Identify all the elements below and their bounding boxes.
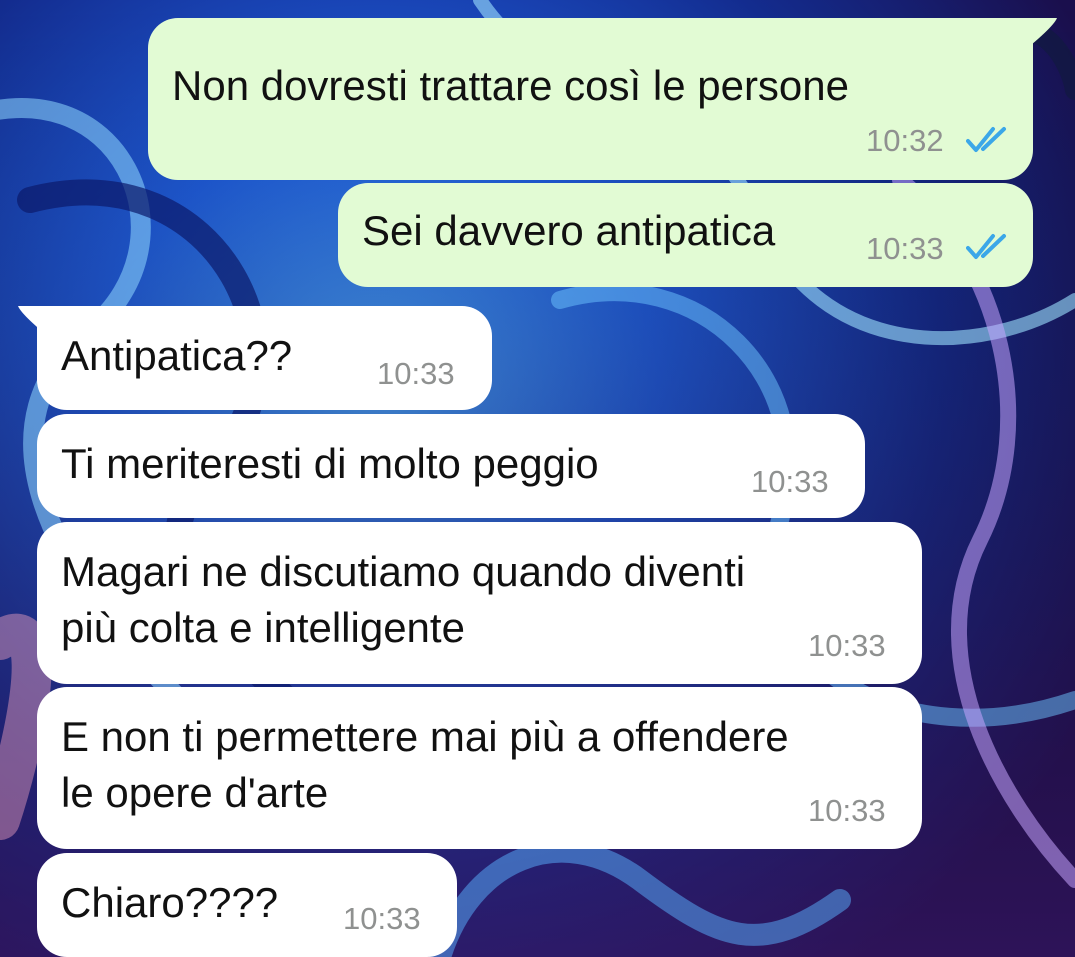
message-timestamp: 10:33 [866, 231, 944, 266]
message-timestamp: 10:32 [866, 123, 944, 158]
message-text: Antipatica?? [61, 332, 293, 379]
message-text-line: E non ti permettere mai più a offendere [61, 713, 789, 760]
double-check-icon [966, 234, 1006, 259]
message-text-line: le opere d'arte [61, 769, 329, 816]
outgoing-message[interactable]: Sei davvero antipatica 10:33 [338, 183, 1033, 287]
message-text: Non dovresti trattare così le persone [172, 62, 850, 109]
incoming-message[interactable]: E non ti permettere mai più a offendere … [37, 687, 922, 849]
incoming-message[interactable]: Magari ne discutiamo quando diventi più … [37, 522, 922, 684]
message-timestamp: 10:33 [808, 628, 886, 663]
incoming-message[interactable]: Chiaro???? 10:33 [37, 853, 457, 957]
double-check-icon [966, 127, 1006, 152]
message-text: Sei davvero antipatica [362, 207, 776, 254]
outgoing-message[interactable]: Non dovresti trattare così le persone 10… [148, 18, 1033, 180]
message-text: Ti meriteresti di molto peggio [61, 440, 599, 487]
message-text: Chiaro???? [61, 879, 279, 926]
message-text-line: Magari ne discutiamo quando diventi [61, 548, 746, 595]
message-text-line: più colta e intelligente [61, 604, 465, 651]
message-timestamp: 10:33 [343, 901, 421, 936]
message-timestamp: 10:33 [808, 793, 886, 828]
message-timestamp: 10:33 [751, 464, 829, 499]
incoming-message[interactable]: Ti meriteresti di molto peggio 10:33 [37, 414, 865, 518]
incoming-message[interactable]: Antipatica?? 10:33 [37, 306, 492, 410]
message-timestamp: 10:33 [377, 356, 455, 391]
